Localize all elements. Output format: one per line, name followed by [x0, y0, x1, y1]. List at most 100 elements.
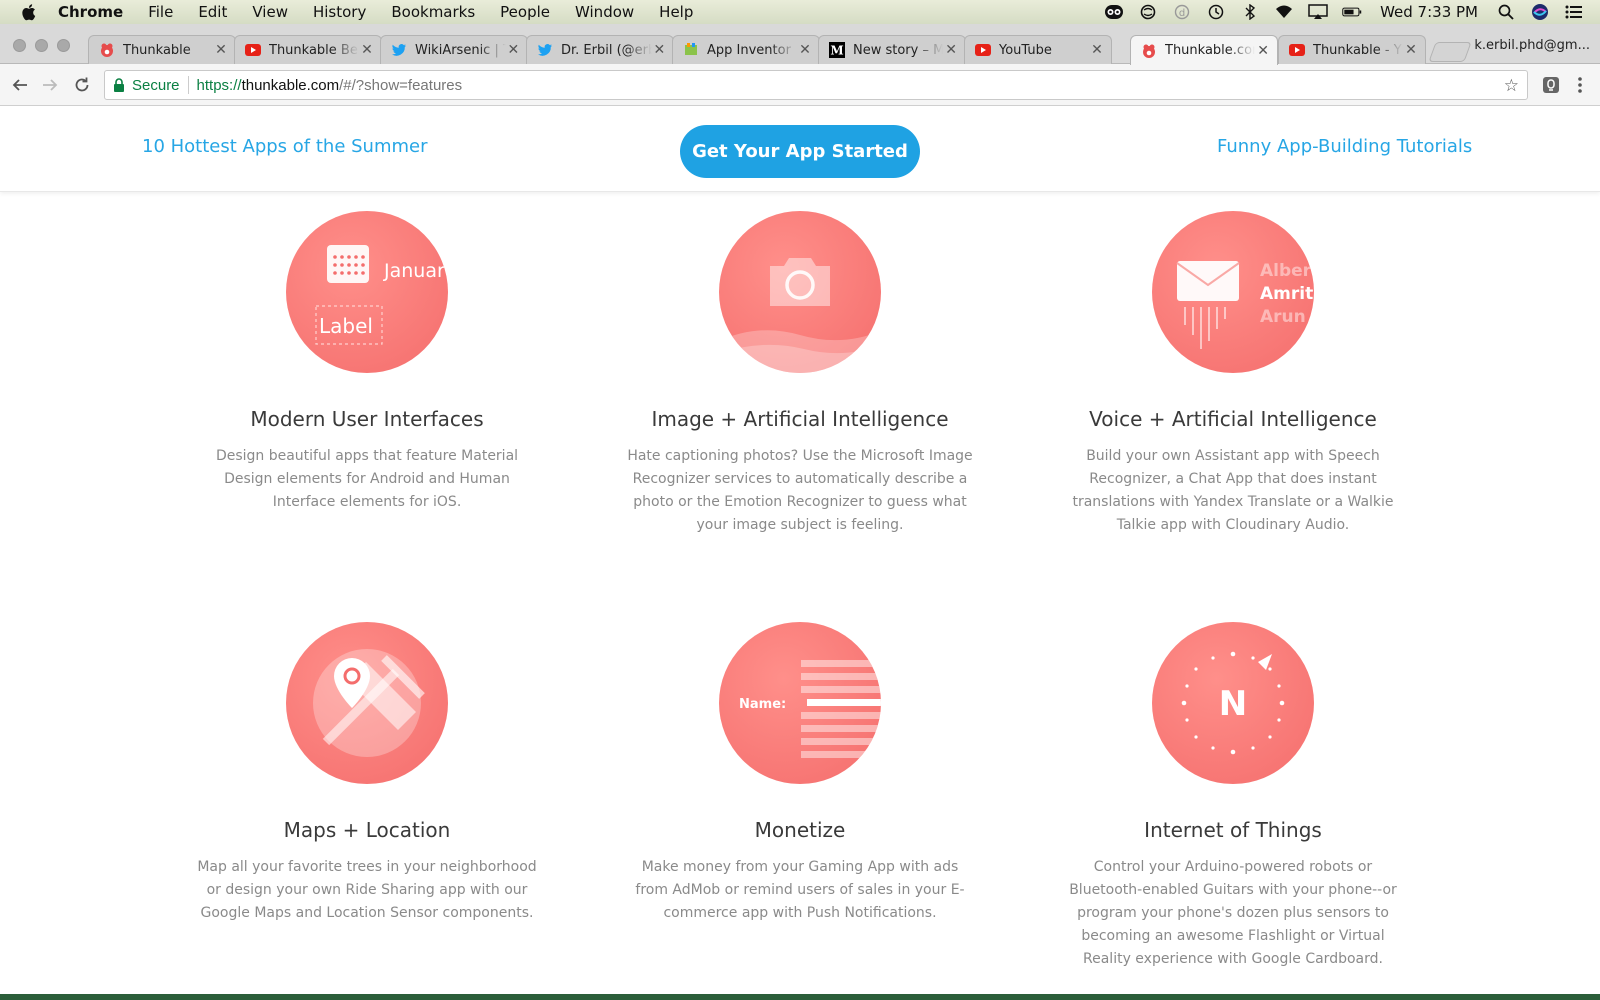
- feature-modern-ui: Januar Label Modern User Interfaces Desi…: [187, 211, 547, 514]
- art-name-1: Albert: [1260, 261, 1314, 281]
- camera-icon: [719, 211, 881, 373]
- thunkable-icon: [1141, 43, 1157, 59]
- art-name-3: Arun: [1260, 307, 1306, 327]
- tab-close-icon[interactable]: ✕: [213, 42, 229, 58]
- url-host: thunkable.com: [241, 76, 340, 94]
- feature-iot: N Internet of Things Control your Arduin…: [1053, 622, 1413, 971]
- menu-file[interactable]: File: [148, 3, 173, 21]
- thunkable-icon: [99, 42, 115, 58]
- spotlight-search-icon[interactable]: [1496, 3, 1516, 21]
- feature-title: Modern User Interfaces: [250, 407, 484, 431]
- feature-description: Make money from your Gaming App with ads…: [635, 859, 965, 921]
- art-name-label: Name:: [739, 697, 786, 712]
- bookmark-star-icon[interactable]: ☆: [1504, 76, 1519, 96]
- tab-close-icon[interactable]: ✕: [359, 42, 375, 58]
- profile-button[interactable]: k.erbil.phd@gm...: [1474, 38, 1590, 53]
- menu-bookmarks[interactable]: Bookmarks: [391, 3, 475, 21]
- reload-icon[interactable]: [71, 74, 93, 96]
- tab-title: Thunkable.cor: [1165, 43, 1256, 58]
- omnibox-divider: [187, 76, 189, 94]
- hottest-apps-link[interactable]: 10 Hottest Apps of the Summer: [142, 136, 428, 157]
- tab-thunkable-youtube-2[interactable]: Thunkable - Y ✕: [1278, 35, 1426, 64]
- features-subnav: 10 Hottest Apps of the Summer Get Your A…: [0, 106, 1600, 192]
- chrome-menu-icon[interactable]: [1572, 74, 1588, 96]
- tab-thunkable[interactable]: Thunkable ✕: [88, 35, 236, 64]
- tab-app-inventor[interactable]: App Inventor ✕: [672, 35, 820, 64]
- menubar-clock[interactable]: Wed 7:33 PM: [1380, 3, 1478, 21]
- get-app-started-button[interactable]: Get Your App Started: [680, 125, 920, 178]
- tab-title: WikiArsenic | T: [415, 42, 506, 58]
- tab-medium-new-story[interactable]: M New story – M ✕: [818, 35, 966, 64]
- forward-arrow-icon[interactable]: [39, 74, 61, 96]
- lock-icon: [114, 78, 124, 92]
- compass-icon: N: [1152, 622, 1314, 784]
- tab-close-icon[interactable]: ✕: [1403, 42, 1419, 58]
- tab-title: App Inventor: [707, 42, 791, 58]
- sync-status-icon[interactable]: [1138, 3, 1158, 21]
- menu-help[interactable]: Help: [659, 3, 693, 21]
- feature-description: Hate captioning photos? Use the Microsof…: [627, 448, 973, 533]
- page-content: 10 Hottest Apps of the Summer Get Your A…: [0, 106, 1600, 996]
- feature-title: Voice + Artificial Intelligence: [1089, 407, 1377, 431]
- tab-close-icon[interactable]: ✕: [506, 42, 521, 58]
- youtube-icon: [1289, 42, 1305, 58]
- wifi-icon[interactable]: [1274, 3, 1294, 21]
- tab-thunkable-com-active[interactable]: Thunkable.cor ✕: [1130, 35, 1278, 65]
- siri-icon[interactable]: [1530, 3, 1550, 21]
- menu-history[interactable]: History: [313, 3, 366, 21]
- back-arrow-icon[interactable]: [9, 74, 31, 96]
- tab-title: YouTube: [999, 42, 1052, 58]
- tab-title: Dr. Erbil (@erb: [561, 42, 652, 58]
- battery-icon[interactable]: [1342, 3, 1362, 21]
- tab-wikiarsenic[interactable]: WikiArsenic | T ✕: [380, 35, 528, 64]
- feature-title: Monetize: [754, 818, 846, 842]
- tutorials-link[interactable]: Funny App-Building Tutorials: [1217, 136, 1472, 157]
- tab-close-icon[interactable]: ✕: [797, 42, 813, 58]
- address-bar[interactable]: Secure https:// thunkable.com /#/?show=f…: [104, 70, 1528, 100]
- envelope-icon: Albert Amrita Arun: [1152, 211, 1314, 373]
- menu-view[interactable]: View: [252, 3, 288, 21]
- tab-thunkable-youtube[interactable]: Thunkable Be ✕: [234, 35, 382, 64]
- feature-description: Build your own Assistant app with Speech…: [1072, 448, 1394, 533]
- window-minimize-button[interactable]: [35, 39, 48, 52]
- svg-text:M: M: [830, 44, 843, 58]
- tab-strip: Thunkable ✕ Thunkable Be ✕ WikiArsenic |…: [0, 24, 1600, 65]
- feature-maps-location: Maps + Location Map all your favorite tr…: [187, 622, 547, 925]
- appinventor-icon: [683, 42, 699, 58]
- tab-close-icon[interactable]: ✕: [652, 42, 667, 58]
- tab-dr-erbil[interactable]: Dr. Erbil (@erb ✕: [526, 35, 674, 64]
- art-label-text: Label: [319, 314, 373, 338]
- art-month-text: Januar: [383, 260, 445, 282]
- new-tab-button[interactable]: [1428, 42, 1472, 62]
- menu-chrome[interactable]: Chrome: [58, 3, 123, 21]
- art-name-2: Amrita: [1260, 284, 1314, 304]
- tab-close-icon[interactable]: ✕: [1255, 43, 1271, 59]
- bluetooth-icon[interactable]: [1240, 3, 1260, 21]
- macos-menu-bar: Chrome File Edit View History Bookmarks …: [0, 0, 1600, 24]
- feature-monetize: Name: Monetize Make money from your Gami…: [620, 622, 980, 925]
- tab-youtube[interactable]: YouTube ✕: [964, 35, 1112, 64]
- feature-description: Map all your favorite trees in your neig…: [197, 859, 537, 921]
- extension-icon[interactable]: [1542, 76, 1560, 94]
- airplay-icon[interactable]: [1308, 3, 1328, 21]
- notification-center-icon[interactable]: [1564, 3, 1584, 21]
- tab-title: Thunkable - Y: [1313, 42, 1402, 58]
- menu-window[interactable]: Window: [575, 3, 634, 21]
- time-machine-icon[interactable]: [1206, 3, 1226, 21]
- apple-logo-icon[interactable]: [22, 3, 38, 21]
- menu-edit[interactable]: Edit: [198, 3, 227, 21]
- twitter-icon: [391, 42, 407, 58]
- browser-toolbar: Secure https:// thunkable.com /#/?show=f…: [0, 64, 1600, 106]
- owl-extension-icon[interactable]: [1104, 3, 1124, 21]
- map-pin-icon: [286, 622, 448, 784]
- tab-close-icon[interactable]: ✕: [943, 42, 959, 58]
- window-zoom-button[interactable]: [57, 39, 70, 52]
- tab-close-icon[interactable]: ✕: [1089, 42, 1105, 58]
- window-close-button[interactable]: [13, 39, 26, 52]
- feature-title: Image + Artificial Intelligence: [651, 407, 949, 431]
- menu-people[interactable]: People: [500, 3, 550, 21]
- feature-title: Internet of Things: [1144, 818, 1322, 842]
- url-path: /#/?show=features: [339, 76, 463, 94]
- dollar-extension-icon[interactable]: d: [1172, 3, 1192, 21]
- url-scheme: https://: [196, 76, 242, 94]
